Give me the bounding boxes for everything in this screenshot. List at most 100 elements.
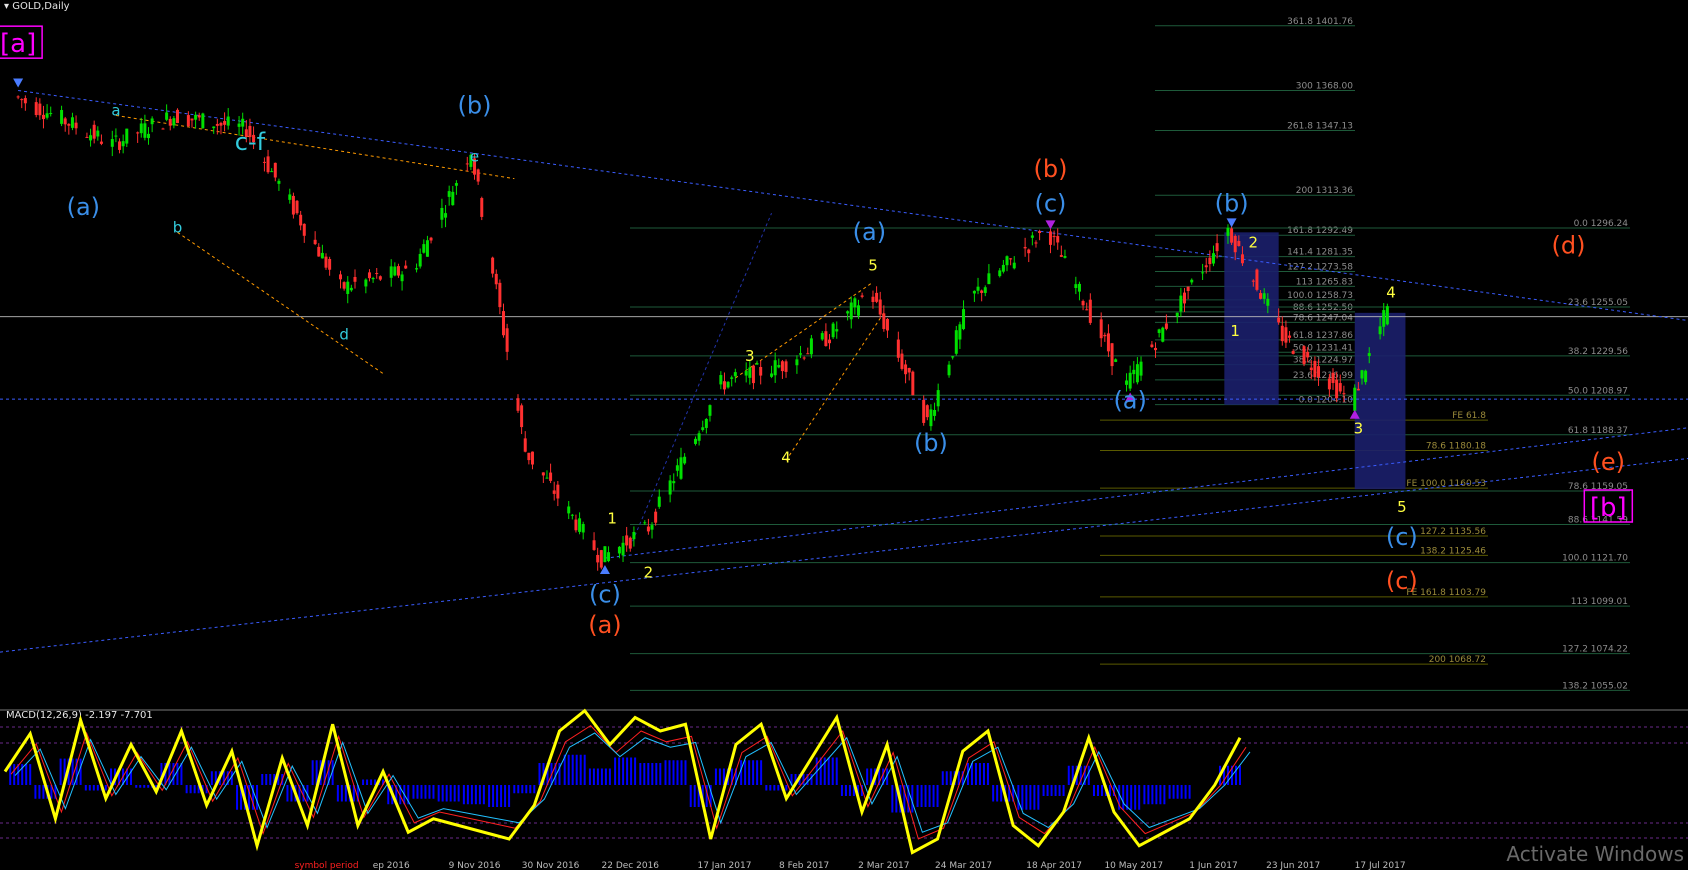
candle-body (675, 465, 679, 471)
candle-body (951, 356, 955, 358)
fib-extension-label: FE 61.8 (1452, 411, 1486, 421)
candle-body (1059, 255, 1063, 257)
candle-body (578, 518, 582, 532)
candle-body (726, 381, 730, 388)
fib-extension-label: 127.2 1135.56 (1420, 527, 1486, 537)
candle-body (806, 353, 810, 355)
candle-body (223, 121, 227, 125)
candle-body (237, 123, 241, 127)
fib-level-label: 38.2 1224.97 (1293, 356, 1353, 366)
candle-body (1175, 312, 1179, 317)
candle-body (1074, 284, 1078, 288)
candle-body (831, 323, 835, 338)
fib-level-label: 100.0 1258.73 (1287, 291, 1353, 301)
candle-body (212, 126, 216, 129)
candle-body (349, 287, 353, 291)
candle-body (451, 191, 455, 206)
wave-label: (a) (1113, 387, 1146, 415)
candle-body (60, 110, 64, 124)
fib-level-label: 23.6 1216.99 (1293, 371, 1353, 381)
fib-level-label: 361.8 1401.76 (1287, 17, 1353, 27)
candle-body (1063, 256, 1067, 258)
candle-body (422, 244, 426, 253)
candle-body (885, 318, 889, 331)
candle-body (683, 456, 687, 464)
candle-body (1309, 367, 1313, 371)
candle-body (835, 329, 839, 332)
candle-body (849, 302, 853, 320)
x-tick-label: 2 Mar 2017 (858, 861, 909, 870)
candle-body (262, 161, 266, 163)
candle-body (545, 477, 549, 479)
candle-body (929, 409, 933, 427)
candle-body (494, 273, 498, 285)
wave-label: c-f (235, 128, 266, 156)
fib-level-label: 50.0 1231.41 (1293, 343, 1353, 353)
candle-body (527, 452, 531, 461)
x-tick-label: 23 Jun 2017 (1266, 861, 1320, 870)
candle-body (288, 194, 292, 200)
candle-body (1215, 243, 1219, 252)
candle-body (1277, 317, 1281, 323)
candle-body (175, 109, 179, 124)
candle-body (49, 113, 53, 115)
candle-body (1110, 343, 1114, 367)
candle-body (1164, 323, 1168, 329)
candle-body (574, 519, 578, 531)
x-tick-label: 8 Feb 2017 (779, 861, 829, 870)
symbol-period-note: symbol period (295, 861, 359, 870)
candle-body (1306, 351, 1310, 358)
fib-level-label: 141.4 1281.35 (1287, 248, 1353, 258)
candle-body (907, 368, 911, 373)
candle-body (541, 472, 545, 476)
candle-body (1056, 236, 1060, 243)
candle-body (1179, 295, 1183, 312)
candle-body (444, 213, 448, 218)
candle-body (1088, 299, 1092, 323)
candle-body (1048, 231, 1052, 245)
candle-body (201, 113, 205, 129)
candle-body (875, 292, 879, 302)
x-tick-label: 22 Dec 2016 (602, 861, 660, 870)
wave-label: 5 (868, 257, 878, 275)
fib-level-label: 61.8 1237.86 (1293, 331, 1353, 341)
candle-body (299, 214, 303, 226)
wave-label: (b) (914, 429, 948, 457)
candle-body (983, 287, 987, 293)
candle-body (947, 364, 951, 376)
candle-body (1106, 333, 1110, 352)
candle-body (215, 123, 219, 126)
candle-body (795, 359, 799, 366)
candle-body (74, 122, 78, 129)
price-chart[interactable]: 361.8 1401.76 300 1368.00 261.8 1347.13 200… (0, 0, 1688, 870)
candle-body (324, 256, 328, 268)
candle-body (342, 282, 346, 289)
candle-body (643, 522, 647, 524)
candle-body (1327, 378, 1331, 390)
wave-label: 2 (1249, 234, 1259, 252)
candle-body (581, 524, 585, 533)
wave-label: [a] (0, 29, 36, 59)
wave-label: (b) (1033, 155, 1067, 183)
candle-body (317, 246, 321, 257)
candle-body (219, 122, 223, 126)
candle-body (375, 273, 379, 275)
candle-body (273, 162, 277, 178)
candle-body (628, 537, 632, 549)
fib-level-label: 88.6 1252.50 (1293, 303, 1353, 313)
candle-body (147, 133, 151, 139)
macd-signal-line (10, 724, 1247, 840)
candle-body (270, 171, 274, 173)
candle-body (364, 279, 368, 287)
candle-body (697, 433, 701, 441)
candle-body (1103, 334, 1107, 337)
candle-body (820, 333, 824, 340)
candle-body (197, 115, 201, 118)
candle-body (70, 117, 74, 128)
candle-body (266, 156, 270, 173)
wave-label: (c) (589, 580, 621, 608)
fib-retracement-label: 61.8 1188.37 (1568, 426, 1628, 436)
candle-body (799, 353, 803, 355)
candle-body (1266, 298, 1270, 306)
x-tick-label: ep 2016 (373, 861, 410, 870)
